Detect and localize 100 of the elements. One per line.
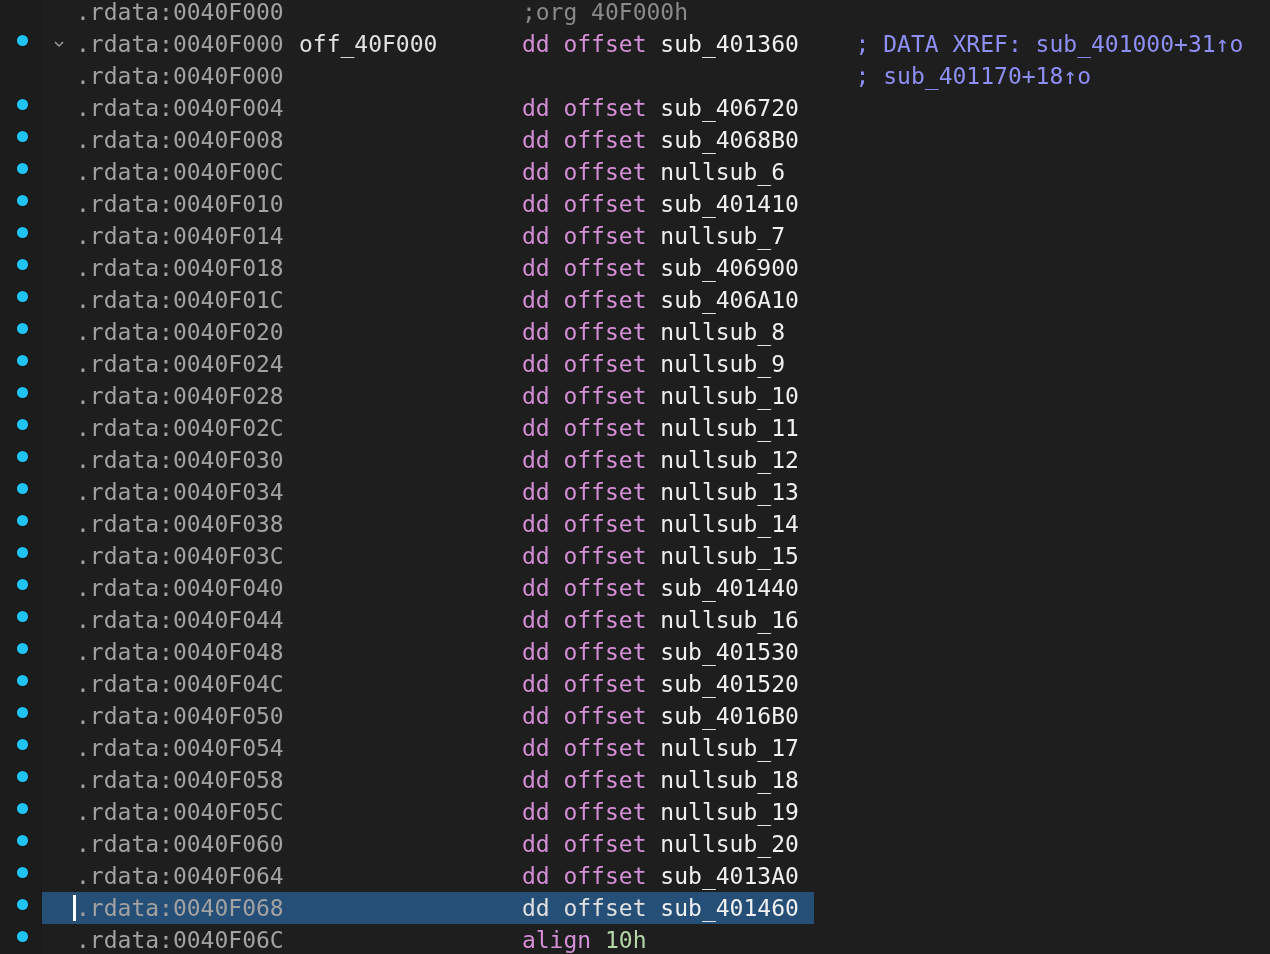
address-text: .rdata:0040F03C — [76, 543, 284, 569]
keyword-text: dd — [521, 767, 550, 793]
address-text: .rdata:0040F034 — [76, 479, 284, 505]
keyword-text: dd — [521, 543, 550, 569]
address-text: .rdata:0040F028 — [76, 383, 284, 409]
listing-row[interactable]: .rdata:0040F05C dd offset nullsub_19 — [42, 796, 815, 828]
listing-row[interactable]: .rdata:0040F054 dd offset nullsub_17 — [42, 732, 815, 764]
address-text: .rdata:0040F050 — [76, 703, 284, 729]
chevron-icon[interactable] — [53, 38, 65, 50]
listing-row[interactable]: .rdata:0040F064 dd offset sub_4013A0 — [42, 860, 815, 892]
listing-row[interactable]: .rdata:0040F044 dd offset nullsub_16 — [42, 604, 815, 636]
address-text: .rdata:0040F000 — [76, 0, 284, 25]
keyword-text: dd — [521, 863, 550, 889]
keyword-text: dd — [521, 415, 550, 441]
address-text: .rdata:0040F010 — [76, 191, 284, 217]
address-text: .rdata:0040F008 — [76, 127, 284, 153]
address-text: .rdata:0040F048 — [76, 639, 284, 665]
keyword-text: offset — [563, 95, 647, 121]
keyword-text: dd — [521, 511, 550, 537]
operand-text: sub_401440 — [660, 575, 799, 601]
keyword-text: offset — [563, 671, 647, 697]
text-cursor — [73, 895, 76, 921]
operand-text: nullsub_9 — [660, 351, 785, 377]
keyword-text: offset — [563, 191, 647, 217]
listing-row[interactable]: .rdata:0040F048 dd offset sub_401530 — [42, 636, 815, 668]
listing-row[interactable]: .rdata:0040F01C dd offset sub_406A10 — [42, 284, 815, 316]
keyword-text: dd — [521, 127, 550, 153]
keyword-text: dd — [521, 831, 550, 857]
keyword-text: dd — [521, 895, 550, 921]
keyword-text: offset — [563, 703, 647, 729]
listing-row[interactable]: .rdata:0040F060 dd offset nullsub_20 — [42, 828, 815, 860]
keyword-text: offset — [563, 575, 647, 601]
keyword-text: align — [521, 927, 592, 953]
listing-row[interactable]: .rdata:0040F068 dd offset sub_401460 — [42, 892, 815, 924]
listing-row[interactable]: .rdata:0040F058 dd offset nullsub_18 — [42, 764, 815, 796]
operand-text: sub_401360 — [660, 31, 799, 57]
operand-text: nullsub_11 — [660, 415, 799, 441]
listing-row[interactable]: .rdata:0040F038 dd offset nullsub_14 — [42, 508, 815, 540]
listing-row[interactable]: .rdata:0040F02C dd offset nullsub_11 — [42, 412, 815, 444]
keyword-text: dd — [521, 223, 550, 249]
number-text: 10h — [604, 927, 647, 953]
listing-row[interactable]: .rdata:0040F014 dd offset nullsub_7 — [42, 220, 815, 252]
keyword-text: offset — [563, 319, 647, 345]
listing-row[interactable]: .rdata:0040F000 — [42, 60, 815, 92]
operand-text: sub_406A10 — [660, 287, 799, 313]
keyword-text: dd — [521, 351, 550, 377]
keyword-text: offset — [563, 607, 647, 633]
operand-text: nullsub_18 — [660, 767, 799, 793]
listing-row[interactable]: .rdata:0040F028 dd offset nullsub_10 — [42, 380, 815, 412]
directive-text: ;org 40F000h — [521, 0, 689, 25]
address-text: .rdata:0040F05C — [76, 799, 284, 825]
keyword-text: offset — [563, 127, 647, 153]
listing-row[interactable]: .rdata:0040F00C dd offset nullsub_6 — [42, 156, 815, 188]
keyword-text: dd — [521, 255, 550, 281]
keyword-text: offset — [563, 223, 647, 249]
keyword-text: offset — [563, 31, 647, 57]
keyword-text: dd — [521, 479, 550, 505]
listing-row[interactable]: .rdata:0040F004 dd offset sub_406720 — [42, 92, 815, 124]
listing-row[interactable]: .rdata:0040F008 dd offset sub_4068B0 — [42, 124, 815, 156]
keyword-text: offset — [563, 383, 647, 409]
listing-row[interactable]: .rdata:0040F034 dd offset nullsub_13 — [42, 476, 815, 508]
listing-row[interactable]: .rdata:0040F050 dd offset sub_4016B0 — [42, 700, 815, 732]
operand-text: nullsub_6 — [660, 159, 785, 185]
operand-text: sub_4013A0 — [660, 863, 799, 889]
listing-row[interactable]: .rdata:0040F06C align 10h — [42, 924, 815, 954]
listing-row[interactable]: .rdata:0040F024 dd offset nullsub_9 — [42, 348, 815, 380]
operand-text: sub_4068B0 — [660, 127, 799, 153]
address-text: .rdata:0040F064 — [76, 863, 284, 889]
operand-text: nullsub_13 — [660, 479, 799, 505]
keyword-text: offset — [563, 735, 647, 761]
listing-row[interactable]: .rdata:0040F018 dd offset sub_406900 — [42, 252, 815, 284]
keyword-text: offset — [563, 255, 647, 281]
operand-text: sub_406720 — [660, 95, 799, 121]
operand-text: nullsub_10 — [660, 383, 799, 409]
operand-text: nullsub_15 — [660, 543, 799, 569]
listing-row[interactable]: .rdata:0040F000 off_40F000 dd offset sub_401360 — [42, 28, 815, 60]
operand-text: nullsub_17 — [660, 735, 799, 761]
listing-row[interactable]: .rdata:0040F04C dd offset sub_401520 — [42, 668, 815, 700]
listing-row[interactable]: .rdata:0040F030 dd offset nullsub_12 — [42, 444, 815, 476]
operand-text: sub_406900 — [660, 255, 799, 281]
keyword-text: offset — [563, 799, 647, 825]
listing-row[interactable]: .rdata:0040F020 dd offset nullsub_8 — [42, 316, 815, 348]
xref-comment: ; DATA XREF: sub_401000+31↑o — [855, 31, 1244, 57]
keyword-text: offset — [563, 863, 647, 889]
listing-row[interactable]: .rdata:0040F010 dd offset sub_401410 — [42, 188, 815, 220]
keyword-text: offset — [563, 639, 647, 665]
listing-row[interactable]: .rdata:0040F000 ;org 40F000h — [42, 0, 815, 28]
address-text: .rdata:0040F020 — [76, 319, 284, 345]
operand-text: nullsub_20 — [660, 831, 799, 857]
operand-text: nullsub_19 — [660, 799, 799, 825]
listing-row[interactable]: .rdata:0040F03C dd offset nullsub_15 — [42, 540, 815, 572]
label-text: off_40F000 — [298, 31, 438, 57]
xref-comment: ; sub_401170+18↑o — [855, 63, 1091, 89]
keyword-text: dd — [521, 639, 550, 665]
keyword-text: offset — [563, 159, 647, 185]
address-text: .rdata:0040F02C — [76, 415, 284, 441]
keyword-text: dd — [521, 287, 550, 313]
listing-row[interactable]: .rdata:0040F040 dd offset sub_401440 — [42, 572, 815, 604]
operand-text: nullsub_16 — [660, 607, 799, 633]
keyword-text: dd — [521, 575, 550, 601]
